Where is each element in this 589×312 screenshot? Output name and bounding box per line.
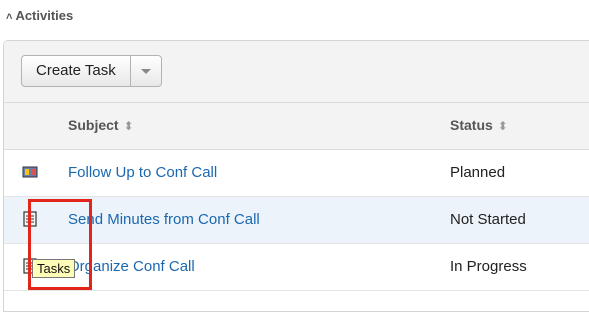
status-value: Planned: [450, 164, 506, 181]
create-task-button[interactable]: Create Task: [22, 56, 131, 86]
sort-icon[interactable]: ⬍: [498, 119, 508, 133]
table-row: Follow Up to Conf Call Planned: [4, 150, 589, 197]
caret-down-icon: [140, 68, 151, 74]
section-title: Activities: [15, 8, 74, 23]
toolbar: Create Task: [4, 41, 589, 103]
create-task-button-group: Create Task: [21, 55, 162, 87]
table-header: Subject ⬍ Status ⬍: [4, 103, 589, 150]
subject-header-label: Subject: [68, 117, 119, 133]
status-value: In Progress: [450, 258, 527, 275]
collapse-chevron-icon[interactable]: ˄: [6, 11, 12, 23]
status-value: Not Started: [450, 211, 526, 228]
activities-header[interactable]: ˄ Activities: [6, 8, 73, 23]
status-column-header[interactable]: Status ⬍: [450, 117, 508, 133]
highlight-box: [28, 199, 92, 290]
subject-column-header[interactable]: Subject ⬍: [68, 117, 134, 133]
subject-link[interactable]: Follow Up to Conf Call: [68, 164, 217, 181]
meeting-icon: [22, 166, 38, 178]
actions-dropdown-button[interactable]: [131, 56, 161, 86]
status-header-label: Status: [450, 117, 493, 133]
sort-icon[interactable]: ⬍: [124, 119, 134, 133]
subject-link[interactable]: Send Minutes from Conf Call: [68, 211, 260, 228]
